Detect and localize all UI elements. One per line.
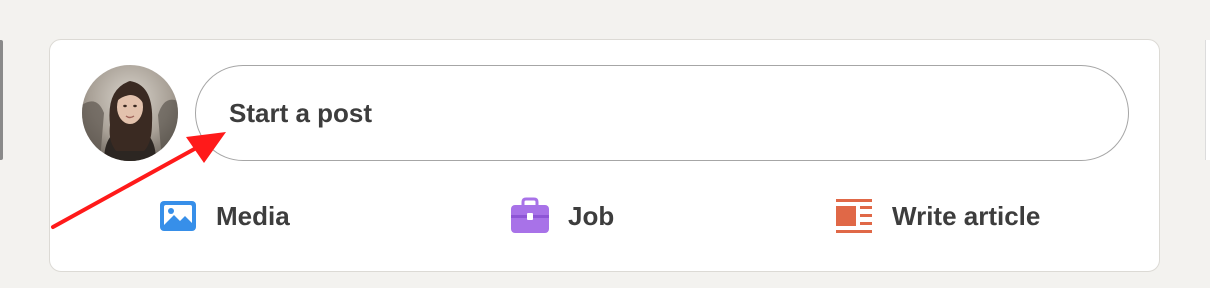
briefcase-icon [508,196,552,236]
media-button[interactable]: Media [156,192,290,240]
start-post-input[interactable]: Start a post [195,65,1129,161]
job-button[interactable]: Job [508,192,614,240]
article-icon [832,196,876,236]
share-box-card: Start a post Media Job Write article [49,39,1160,272]
adjacent-panel-edge [0,40,3,160]
job-label: Job [568,200,615,231]
write-article-button[interactable]: Write article [832,192,1040,240]
adjacent-panel-edge-right [1205,40,1210,160]
write-article-label: Write article [892,200,1041,231]
image-icon [156,196,200,236]
media-label: Media [216,200,290,231]
avatar[interactable] [82,65,178,161]
avatar-photo [82,65,178,161]
